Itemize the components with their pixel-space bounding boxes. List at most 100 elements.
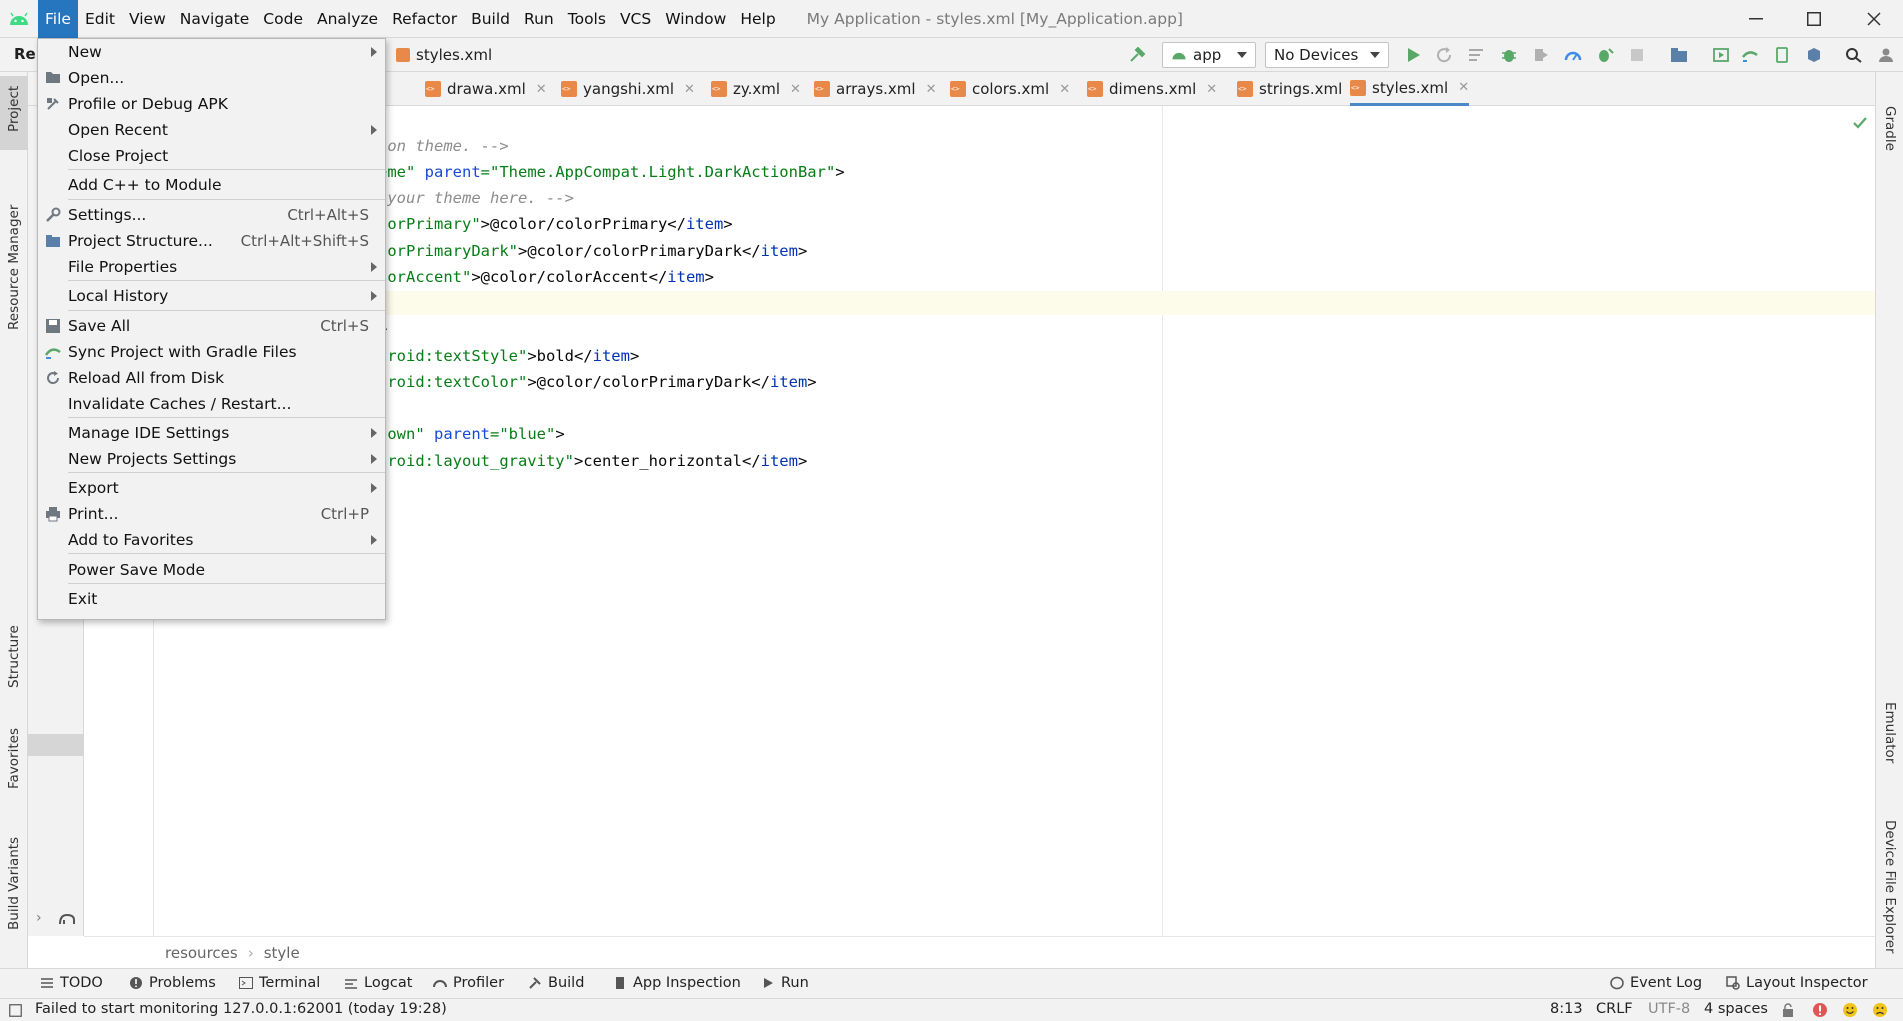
file-menu-item-close-project[interactable]: Close Project xyxy=(38,143,385,169)
file-menu-item-reload-all-from-disk[interactable]: Reload All from Disk xyxy=(38,365,385,391)
sync-gradle-icon[interactable] xyxy=(1741,47,1759,63)
run-icon[interactable] xyxy=(1404,47,1422,63)
status-toggle-icon[interactable] xyxy=(9,1004,22,1017)
attach-debugger-icon[interactable] xyxy=(1596,47,1614,63)
tool-tab-favorites[interactable]: Favorites xyxy=(6,728,22,789)
nav-breadcrumb-file[interactable]: styles.xml xyxy=(396,42,492,68)
menu-code[interactable]: Code xyxy=(256,0,310,38)
file-menu-item-export[interactable]: Export xyxy=(38,475,385,501)
apply-changes-icon[interactable] xyxy=(1468,47,1486,63)
tab-strings-xml[interactable]: strings.xml✕ xyxy=(1237,72,1363,106)
file-menu-item-open[interactable]: Open... xyxy=(38,65,385,91)
file-menu-item-manage-ide-settings[interactable]: Manage IDE Settings xyxy=(38,420,385,446)
menu-refactor[interactable]: Refactor xyxy=(385,0,464,38)
stop-icon[interactable] xyxy=(1628,47,1646,63)
tab-drawa-xml[interactable]: drawa.xml ✕ xyxy=(425,72,547,106)
lock-icon[interactable] xyxy=(1782,1003,1796,1018)
close-tab-icon[interactable]: ✕ xyxy=(1206,82,1217,97)
tab-dimens-xml[interactable]: dimens.xml ✕ xyxy=(1087,72,1217,106)
run-config-select[interactable]: app xyxy=(1162,42,1256,68)
tool-profiler[interactable]: Profiler xyxy=(433,975,504,991)
tool-todo[interactable]: TODO xyxy=(40,975,103,991)
file-menu-item-open-recent[interactable]: Open Recent xyxy=(38,117,385,143)
close-tab-icon[interactable]: ✕ xyxy=(1458,80,1469,95)
tool-tab-emulator[interactable]: Emulator xyxy=(1882,702,1898,763)
menu-run[interactable]: Run xyxy=(517,0,561,38)
file-menu-item-settings[interactable]: Settings... Ctrl+Alt+S xyxy=(38,202,385,228)
file-menu-item-power-save-mode[interactable]: Power Save Mode xyxy=(38,557,385,583)
status-message[interactable]: Failed to start monitoring 127.0.0.1:620… xyxy=(35,1001,447,1017)
menu-view[interactable]: View xyxy=(122,0,173,38)
rerun-icon[interactable] xyxy=(1436,47,1454,63)
tool-app-inspection[interactable]: App Inspection xyxy=(613,975,741,991)
indent-setting[interactable]: 4 spaces xyxy=(1704,1001,1768,1017)
file-menu-item-exit[interactable]: Exit xyxy=(38,586,385,612)
menu-help[interactable]: Help xyxy=(733,0,782,38)
tab-yangshi-xml[interactable]: yangshi.xml ✕ xyxy=(561,72,695,106)
error-indicator-icon[interactable] xyxy=(1812,1002,1828,1018)
menu-navigate[interactable]: Navigate xyxy=(173,0,257,38)
close-tab-icon[interactable]: ✕ xyxy=(536,82,547,97)
tool-tab-project[interactable]: Project xyxy=(6,86,22,132)
file-menu-item-new-projects-settings[interactable]: New Projects Settings xyxy=(38,446,385,472)
tool-logcat[interactable]: Logcat xyxy=(344,975,412,991)
tab-zy-xml[interactable]: zy.xml ✕ xyxy=(711,72,801,106)
close-tab-icon[interactable]: ✕ xyxy=(790,82,801,97)
file-menu-item-sync-project-with-gradle-files[interactable]: Sync Project with Gradle Files xyxy=(38,339,385,365)
tool-tab-device-file-explorer[interactable]: Device File Explorer xyxy=(1882,820,1898,954)
tool-terminal[interactable]: Terminal xyxy=(239,975,320,991)
file-menu-item-add-to-favorites[interactable]: Add to Favorites xyxy=(38,527,385,553)
file-menu-item-local-history[interactable]: Local History xyxy=(38,283,385,309)
menu-build[interactable]: Build xyxy=(464,0,517,38)
file-menu-item-file-properties[interactable]: File Properties xyxy=(38,254,385,280)
tool-tab-structure[interactable]: Structure xyxy=(6,625,22,688)
debug-icon[interactable] xyxy=(1500,47,1518,63)
tool-build[interactable]: Build xyxy=(528,975,584,991)
file-menu-item-new[interactable]: New xyxy=(38,39,385,65)
tool-event-log[interactable]: Event Log xyxy=(1610,975,1702,991)
file-menu-item-project-structure[interactable]: Project Structure... Ctrl+Alt+Shift+S xyxy=(38,228,385,254)
close-window-button[interactable] xyxy=(1845,0,1903,38)
close-tab-icon[interactable]: ✕ xyxy=(684,82,695,97)
coverage-icon[interactable] xyxy=(1532,47,1550,63)
account-icon[interactable] xyxy=(1877,47,1895,63)
project-structure-icon[interactable] xyxy=(1670,47,1688,63)
menu-edit[interactable]: Edit xyxy=(78,0,122,38)
tool-layout-inspector[interactable]: Layout Inspector xyxy=(1726,975,1868,991)
tab-styles-xml[interactable]: styles.xml ✕ xyxy=(1350,72,1470,106)
avd-manager-icon[interactable] xyxy=(1773,47,1791,63)
close-tab-icon[interactable]: ✕ xyxy=(1059,82,1070,97)
device-manager-icon[interactable] xyxy=(1712,47,1730,63)
breadcrumb-item-resources[interactable]: resources xyxy=(165,944,238,962)
line-separator[interactable]: CRLF xyxy=(1596,1001,1633,1017)
tool-problems[interactable]: Problems xyxy=(129,975,216,991)
minimize-button[interactable] xyxy=(1727,0,1785,38)
tool-tab-resource-manager[interactable]: Resource Manager xyxy=(6,205,22,330)
device-select[interactable]: No Devices xyxy=(1265,42,1389,68)
menu-file[interactable]: File xyxy=(38,0,78,38)
tab-colors-xml[interactable]: colors.xml ✕ xyxy=(950,72,1070,106)
sad-feedback-icon[interactable] xyxy=(1872,1002,1888,1018)
file-menu-item-invalidate-caches-restart[interactable]: Invalidate Caches / Restart... xyxy=(38,391,385,417)
file-menu-item-print[interactable]: Print... Ctrl+P xyxy=(38,501,385,527)
breadcrumb-item-style[interactable]: style xyxy=(264,944,300,962)
search-icon[interactable] xyxy=(1845,47,1863,63)
menu-analyze[interactable]: Analyze xyxy=(310,0,385,38)
menu-vcs[interactable]: VCS xyxy=(613,0,658,38)
build-hammer-icon[interactable] xyxy=(1128,47,1146,63)
sdk-manager-icon[interactable] xyxy=(1805,47,1823,63)
tab-arrays-xml[interactable]: arrays.xml ✕ xyxy=(814,72,936,106)
profile-icon[interactable] xyxy=(1564,47,1582,63)
caret-position[interactable]: 8:13 xyxy=(1550,1001,1583,1017)
happy-feedback-icon[interactable] xyxy=(1842,1002,1858,1018)
expand-arrow-icon[interactable]: › xyxy=(36,910,42,926)
tool-tab-gradle[interactable]: Gradle xyxy=(1882,106,1898,151)
maximize-button[interactable] xyxy=(1785,0,1843,38)
tool-tab-build-variants[interactable]: Build Variants xyxy=(6,837,22,930)
close-tab-icon[interactable]: ✕ xyxy=(926,82,937,97)
file-encoding[interactable]: UTF-8 xyxy=(1648,1001,1690,1017)
file-menu-item-add-c-to-module[interactable]: Add C++ to Module xyxy=(38,172,385,198)
tool-run[interactable]: Run xyxy=(761,975,809,991)
menu-tools[interactable]: Tools xyxy=(561,0,613,38)
file-menu-item-save-all[interactable]: Save All Ctrl+S xyxy=(38,313,385,339)
